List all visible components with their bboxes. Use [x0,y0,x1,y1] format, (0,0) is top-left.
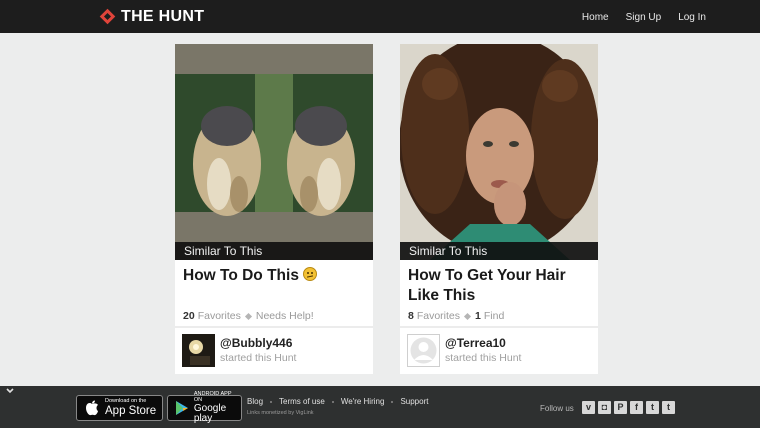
hunt-photo[interactable]: Similar To This [175,44,373,260]
link-separator-dot [331,400,334,403]
diamond-logo-icon [100,9,116,25]
pinterest-icon[interactable]: P [614,401,627,414]
link-separator-dot [270,400,273,403]
hunt-title[interactable]: How To Do This [183,266,365,286]
brand-name: THE HUNT [121,8,205,25]
find-count: 1 [475,310,481,322]
user-action-text: started this Hunt [445,352,522,364]
user-handle[interactable]: @Bubbly446 [220,336,292,350]
hunt-stats: 8 Favorites 1 Find [408,310,504,322]
instagram-icon[interactable]: ◘ [598,401,611,414]
card-divider [400,326,598,328]
facebook-icon[interactable]: f [630,401,643,414]
nav-signup-link[interactable]: Sign Up [626,12,662,23]
separator-diamond-icon [463,312,472,320]
top-navigation-bar: THE HUNT Home Sign Up Log In [0,0,760,33]
separator-diamond-icon [244,312,252,320]
viglink-notice[interactable]: Links monetized by VigLink [247,410,314,416]
footer-link-terms[interactable]: Terms of use [279,397,325,406]
favorites-label[interactable]: Favorites [417,310,460,322]
user-action-text: started this Hunt [220,352,297,364]
hunt-stats: 20 Favorites Needs Help! [183,310,314,322]
similar-to-this-banner[interactable]: Similar To This [400,242,598,260]
confused-face-emoji-icon [302,267,317,281]
hunt-card[interactable]: Similar To This How To Get Your Hair Lik… [400,44,598,374]
nav-login-link[interactable]: Log In [678,12,706,23]
footer-link-support[interactable]: Support [400,397,428,406]
google-play-badge[interactable]: ANDROID APP ON Google play [167,391,242,424]
favorites-label[interactable]: Favorites [198,310,241,322]
footer-link-hiring[interactable]: We're Hiring [341,397,385,406]
app-store-badge[interactable]: Download on the App Store [76,395,163,421]
vine-icon[interactable]: v [582,401,595,414]
tumblr-icon[interactable]: t [662,401,675,414]
chevron-down-icon[interactable] [6,387,14,395]
play-triangle-icon [174,399,190,417]
twitter-icon[interactable]: t [646,401,659,414]
hunt-title[interactable]: How To Get Your Hair Like This [408,266,590,306]
similar-to-this-banner[interactable]: Similar To This [175,242,373,260]
find-label[interactable]: Find [484,310,504,322]
nav-home-link[interactable]: Home [582,12,609,23]
avatar[interactable] [407,334,440,367]
apple-icon [83,399,101,417]
footer-links: Blog Terms of use We're Hiring Support [247,397,428,406]
favorites-count: 20 [183,310,195,322]
social-links: v ◘ P f t t [582,401,675,414]
hunt-status: Needs Help! [255,310,314,322]
brand-logo[interactable]: THE HUNT [100,7,204,27]
hunt-card[interactable]: Similar To This How To Do This 20 Favori… [175,44,373,374]
follow-us-label: Follow us [540,404,574,413]
link-separator-dot [391,400,394,403]
top-nav-links: Home Sign Up Log In [582,12,706,23]
footer-link-blog[interactable]: Blog [247,397,263,406]
card-divider [175,326,373,328]
avatar[interactable] [182,334,215,367]
hunt-photo[interactable]: Similar To This [400,44,598,260]
favorites-count: 8 [408,310,414,322]
user-handle[interactable]: @Terrea10 [445,336,506,350]
